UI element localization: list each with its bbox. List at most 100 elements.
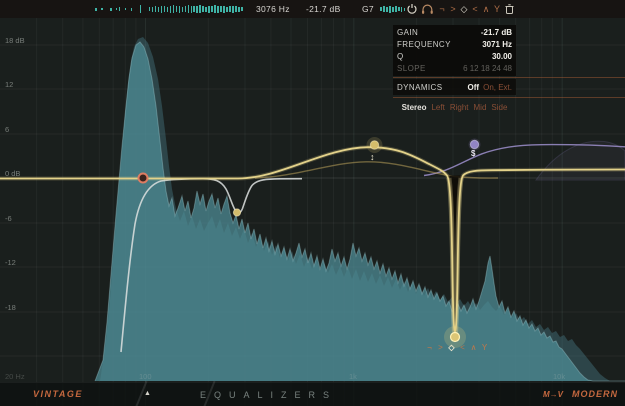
meter-bar [229, 6, 231, 12]
db-axis-label: -6 [5, 214, 12, 223]
freq-axis-label: 1k [349, 372, 357, 381]
power-icon[interactable] [406, 3, 418, 15]
headphones-icon[interactable] [421, 3, 434, 15]
band-peak-icon[interactable]: ∧ [468, 343, 479, 352]
node-drag-arrow-icon[interactable]: ↕ [370, 152, 375, 162]
meter-bar [173, 5, 175, 13]
meter-bar [188, 5, 190, 13]
band-node-notch-selected[interactable] [451, 333, 460, 342]
filter-type-low-pass-icon[interactable]: < [470, 0, 480, 18]
slope-label: SLOPE [397, 64, 426, 73]
meter-bar [140, 5, 142, 13]
meter-bar [398, 7, 400, 11]
q-row: Q 30.00 [393, 50, 516, 62]
db-axis-label: 12 [5, 80, 13, 89]
slope-options[interactable]: 6 12 18 24 48 [463, 64, 512, 73]
band-high-pass-icon[interactable]: > [435, 343, 446, 352]
vintage-mode-button[interactable]: VINTAGE [33, 389, 83, 399]
db-axis-label: -12 [5, 258, 16, 267]
meter-bar [155, 6, 157, 12]
meter-bar [401, 7, 403, 12]
meter-bar [202, 6, 204, 12]
meter-bar [164, 6, 166, 12]
modern-mode-button[interactable]: MODERN [572, 389, 618, 399]
meter-bar [380, 7, 382, 11]
meter-bar [191, 6, 193, 13]
dynamics-row: DYNAMICS Off On, Ext. [393, 79, 516, 95]
meter-bar [161, 6, 163, 13]
meter-bar [170, 6, 172, 13]
band-shelf-rise-icon[interactable]: ¬ [424, 343, 435, 352]
eq-plugin-window: 3076 Hz -21.7 dB G7 ¬ > ◇ < ∧ Y GAIN -21… [0, 0, 625, 406]
db-axis-label: 6 [5, 125, 9, 134]
meter-bar [199, 5, 201, 13]
plugin-brand-title: EQUALIZERS [200, 390, 337, 400]
dynamics-label: DYNAMICS [397, 83, 442, 92]
dynamics-on-ext-options[interactable]: On, Ext. [483, 83, 512, 92]
meter-bar [214, 5, 216, 13]
stereo-option-side[interactable]: Side [491, 103, 507, 112]
bottom-toolbar: VINTAGE ▲ EQUALIZERS M→V MODERN [0, 382, 625, 406]
stereo-option-mid[interactable]: Mid [474, 103, 487, 112]
band-node-lowcut[interactable] [139, 174, 148, 183]
meter-bar [223, 6, 225, 13]
vintage-dropdown-arrow-icon[interactable]: ▲ [144, 390, 151, 397]
eq-graph [0, 0, 625, 406]
stereo-option-left[interactable]: Left [431, 103, 444, 112]
meter-bar [125, 8, 127, 10]
meter-bar [176, 6, 178, 12]
gain-value[interactable]: -21.7 dB [481, 28, 512, 37]
db-axis-label: -18 [5, 303, 16, 312]
meter-bar [193, 6, 195, 12]
freq-axis-label: 20 Hz [5, 372, 25, 381]
frequency-label: FREQUENCY [397, 40, 451, 49]
filter-type-bell-icon[interactable]: ◇ [459, 0, 469, 18]
frequency-row: FREQUENCY 3071 Hz [393, 38, 516, 50]
q-label: Q [397, 52, 404, 61]
meter-bar [110, 8, 112, 11]
band-low-pass-icon[interactable]: < [457, 343, 468, 352]
meter-bar [101, 8, 103, 10]
note-readout: G7 [362, 0, 374, 18]
trash-icon[interactable] [504, 3, 515, 15]
band-node-dip[interactable] [233, 209, 240, 216]
top-toolbar: 3076 Hz -21.7 dB G7 ¬ > ◇ < ∧ Y [0, 0, 625, 18]
meter-bar [220, 6, 222, 12]
gain-row: GAIN -21.7 dB [393, 26, 516, 38]
filter-type-shelf-rise-icon[interactable]: ¬ [437, 0, 447, 18]
slope-row: SLOPE 6 12 18 24 48 [393, 63, 516, 75]
band-parameter-panel: GAIN -21.7 dB FREQUENCY 3071 Hz Q 30.00 … [393, 25, 516, 76]
db-axis-label: 0 dB [5, 169, 20, 178]
stereo-option-right[interactable]: Right [450, 103, 469, 112]
frequency-value[interactable]: 3071 Hz [482, 40, 512, 49]
stereo-option-selected[interactable]: Stereo [402, 103, 427, 112]
band-filter-type-toolbar: ¬ > ◇ < ∧ Y [424, 343, 490, 352]
filter-type-tilt-icon[interactable]: Y [492, 0, 502, 18]
q-value[interactable]: 30.00 [492, 52, 512, 61]
meter-bar [179, 6, 181, 13]
meter-bar [395, 6, 397, 12]
band-bell-icon[interactable]: ◇ [446, 343, 457, 352]
freq-axis-label: 10k [553, 372, 565, 381]
meter-bar [232, 6, 234, 13]
band-node-bell[interactable] [370, 141, 378, 149]
filter-type-peak-icon[interactable]: ∧ [481, 0, 491, 18]
meter-bar [226, 7, 228, 12]
meter-bar [196, 6, 198, 13]
mid-to-vintage-toggle[interactable]: M→V [543, 390, 563, 399]
meter-bar [185, 6, 187, 12]
meter-bar [119, 7, 121, 11]
filter-type-high-pass-icon[interactable]: > [448, 0, 458, 18]
band-node-shelf[interactable] [470, 140, 478, 148]
meter-bar [95, 8, 97, 11]
purple-hump [536, 141, 625, 180]
meter-bar [205, 7, 207, 12]
meter-bar [116, 8, 118, 10]
dynamics-off-option[interactable]: Off [468, 83, 480, 92]
meter-bar [217, 6, 219, 13]
node-solo-icon[interactable]: $ [471, 149, 475, 158]
spectrum-meter [95, 0, 244, 18]
panel-divider-top [393, 77, 625, 78]
band-tilt-icon[interactable]: Y [479, 343, 490, 352]
meter-bar [149, 7, 151, 11]
